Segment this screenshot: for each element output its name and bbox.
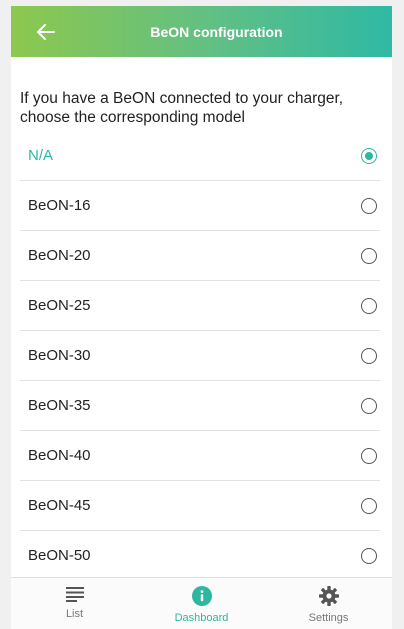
option-beon-35[interactable]: BeON-35	[20, 381, 380, 431]
radio-icon[interactable]	[361, 497, 377, 514]
option-beon-40[interactable]: BeON-40	[20, 431, 380, 481]
option-label: BeON-35	[28, 397, 91, 414]
option-label: BeON-30	[28, 347, 91, 364]
option-beon-30[interactable]: BeON-30	[20, 331, 380, 381]
option-label: BeON-50	[28, 547, 91, 564]
radio-icon[interactable]	[361, 347, 377, 364]
radio-icon[interactable]	[361, 547, 377, 564]
radio-icon[interactable]	[361, 197, 377, 214]
radio-icon[interactable]	[361, 397, 377, 414]
back-button[interactable]	[33, 19, 59, 45]
info-icon	[191, 586, 212, 606]
option-beon-16[interactable]: BeON-16	[20, 181, 380, 231]
nav-list[interactable]: List	[11, 578, 138, 629]
option-label: BeON-25	[28, 297, 91, 314]
header-bar: BeON configuration	[11, 6, 392, 57]
radio-icon[interactable]	[361, 247, 377, 264]
option-label: BeON-45	[28, 497, 91, 514]
list-icon	[65, 587, 84, 602]
option-beon-20[interactable]: BeON-20	[20, 231, 380, 281]
nav-dashboard[interactable]: Dashboard	[138, 578, 265, 629]
bottom-nav: List Dashboard Settings	[11, 577, 392, 629]
option-beon-45[interactable]: BeON-45	[20, 481, 380, 531]
option-beon-25[interactable]: BeON-25	[20, 281, 380, 331]
intro-text: If you have a BeON connected to your cha…	[20, 90, 344, 126]
model-list: N/A BeON-16 BeON-20 BeON-25 BeON-30 BeON…	[11, 131, 392, 581]
nav-label: Settings	[308, 612, 349, 624]
option-label: BeON-40	[28, 447, 91, 464]
app-frame: BeON configuration If you have a BeON co…	[11, 6, 392, 629]
option-label: N/A	[28, 147, 54, 164]
nav-settings[interactable]: Settings	[265, 578, 392, 629]
radio-icon[interactable]	[361, 447, 377, 464]
radio-icon[interactable]	[361, 297, 377, 314]
nav-label: Dashboard	[174, 612, 229, 624]
option-beon-50[interactable]: BeON-50	[20, 531, 380, 581]
radio-selected-icon[interactable]	[361, 147, 377, 164]
page-title: BeON configuration	[150, 23, 283, 40]
gear-icon	[318, 586, 339, 606]
arrow-left-icon	[37, 24, 55, 40]
option-na[interactable]: N/A	[20, 131, 380, 181]
nav-label: List	[65, 608, 84, 620]
option-label: BeON-20	[28, 247, 91, 264]
option-label: BeON-16	[28, 197, 91, 214]
